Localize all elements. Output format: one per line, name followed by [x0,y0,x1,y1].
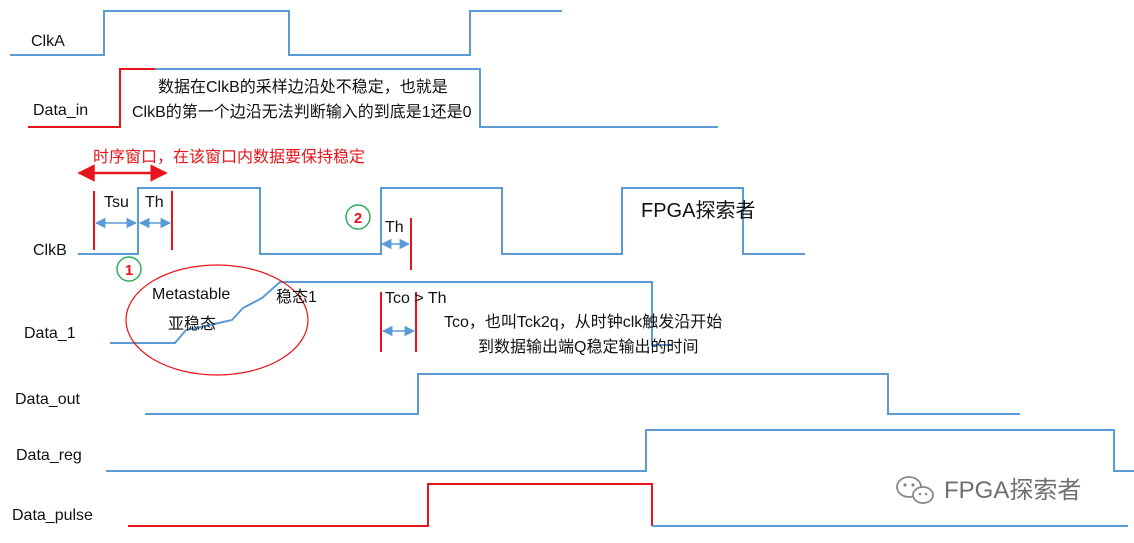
tco-note-line2: 到数据输出端Q稳定输出的时间 [478,338,698,356]
tco-gt-th-label: Tco > Th [385,290,447,307]
badge-2-label: 2 [354,210,362,227]
timing-diagram-canvas: ClkA Data_in ClkB Data_1 Data_out Data_r… [10,10,1134,527]
timing-window-note: 时序窗口，在该窗口内数据要保持稳定 [93,148,365,166]
label-clkb: ClkB [33,242,67,259]
label-data-1: Data_1 [24,325,76,342]
timing-diagram: ClkA Data_in ClkB Data_1 Data_out Data_r… [0,0,1134,538]
label-data-out: Data_out [15,391,80,408]
data-out-waveform [145,373,1020,415]
watermark-label: FPGA探索者 [944,477,1081,504]
stable-1-label: 稳态1 [276,288,317,306]
label-clka: ClkA [31,33,65,50]
th-label-2: Th [385,219,404,236]
clka-waveform [10,10,562,56]
metastable-label-zh: 亚稳态 [168,315,216,333]
unstable-note-line1: 数据在ClkB的采样边沿处不稳定，也就是 [158,78,448,96]
wechat-icon [896,476,934,504]
brand-label: FPGA探索者 [641,199,755,222]
badge-1-label: 1 [125,262,133,279]
unstable-note-line2: ClkB的第一个边沿无法判断输入的到底是1还是0 [132,103,472,121]
tco-note-line1: Tco，也叫Tck2q，从时钟clk触发沿开始 [444,313,722,331]
label-data-pulse: Data_pulse [12,507,93,524]
th-label-1: Th [145,194,164,211]
data-pulse-red [128,483,653,527]
metastable-label-en: Metastable [152,286,230,303]
label-data-in: Data_in [33,102,88,119]
tsu-label: Tsu [104,194,129,211]
label-data-reg: Data_reg [16,447,82,464]
data-reg-waveform [106,429,1134,472]
